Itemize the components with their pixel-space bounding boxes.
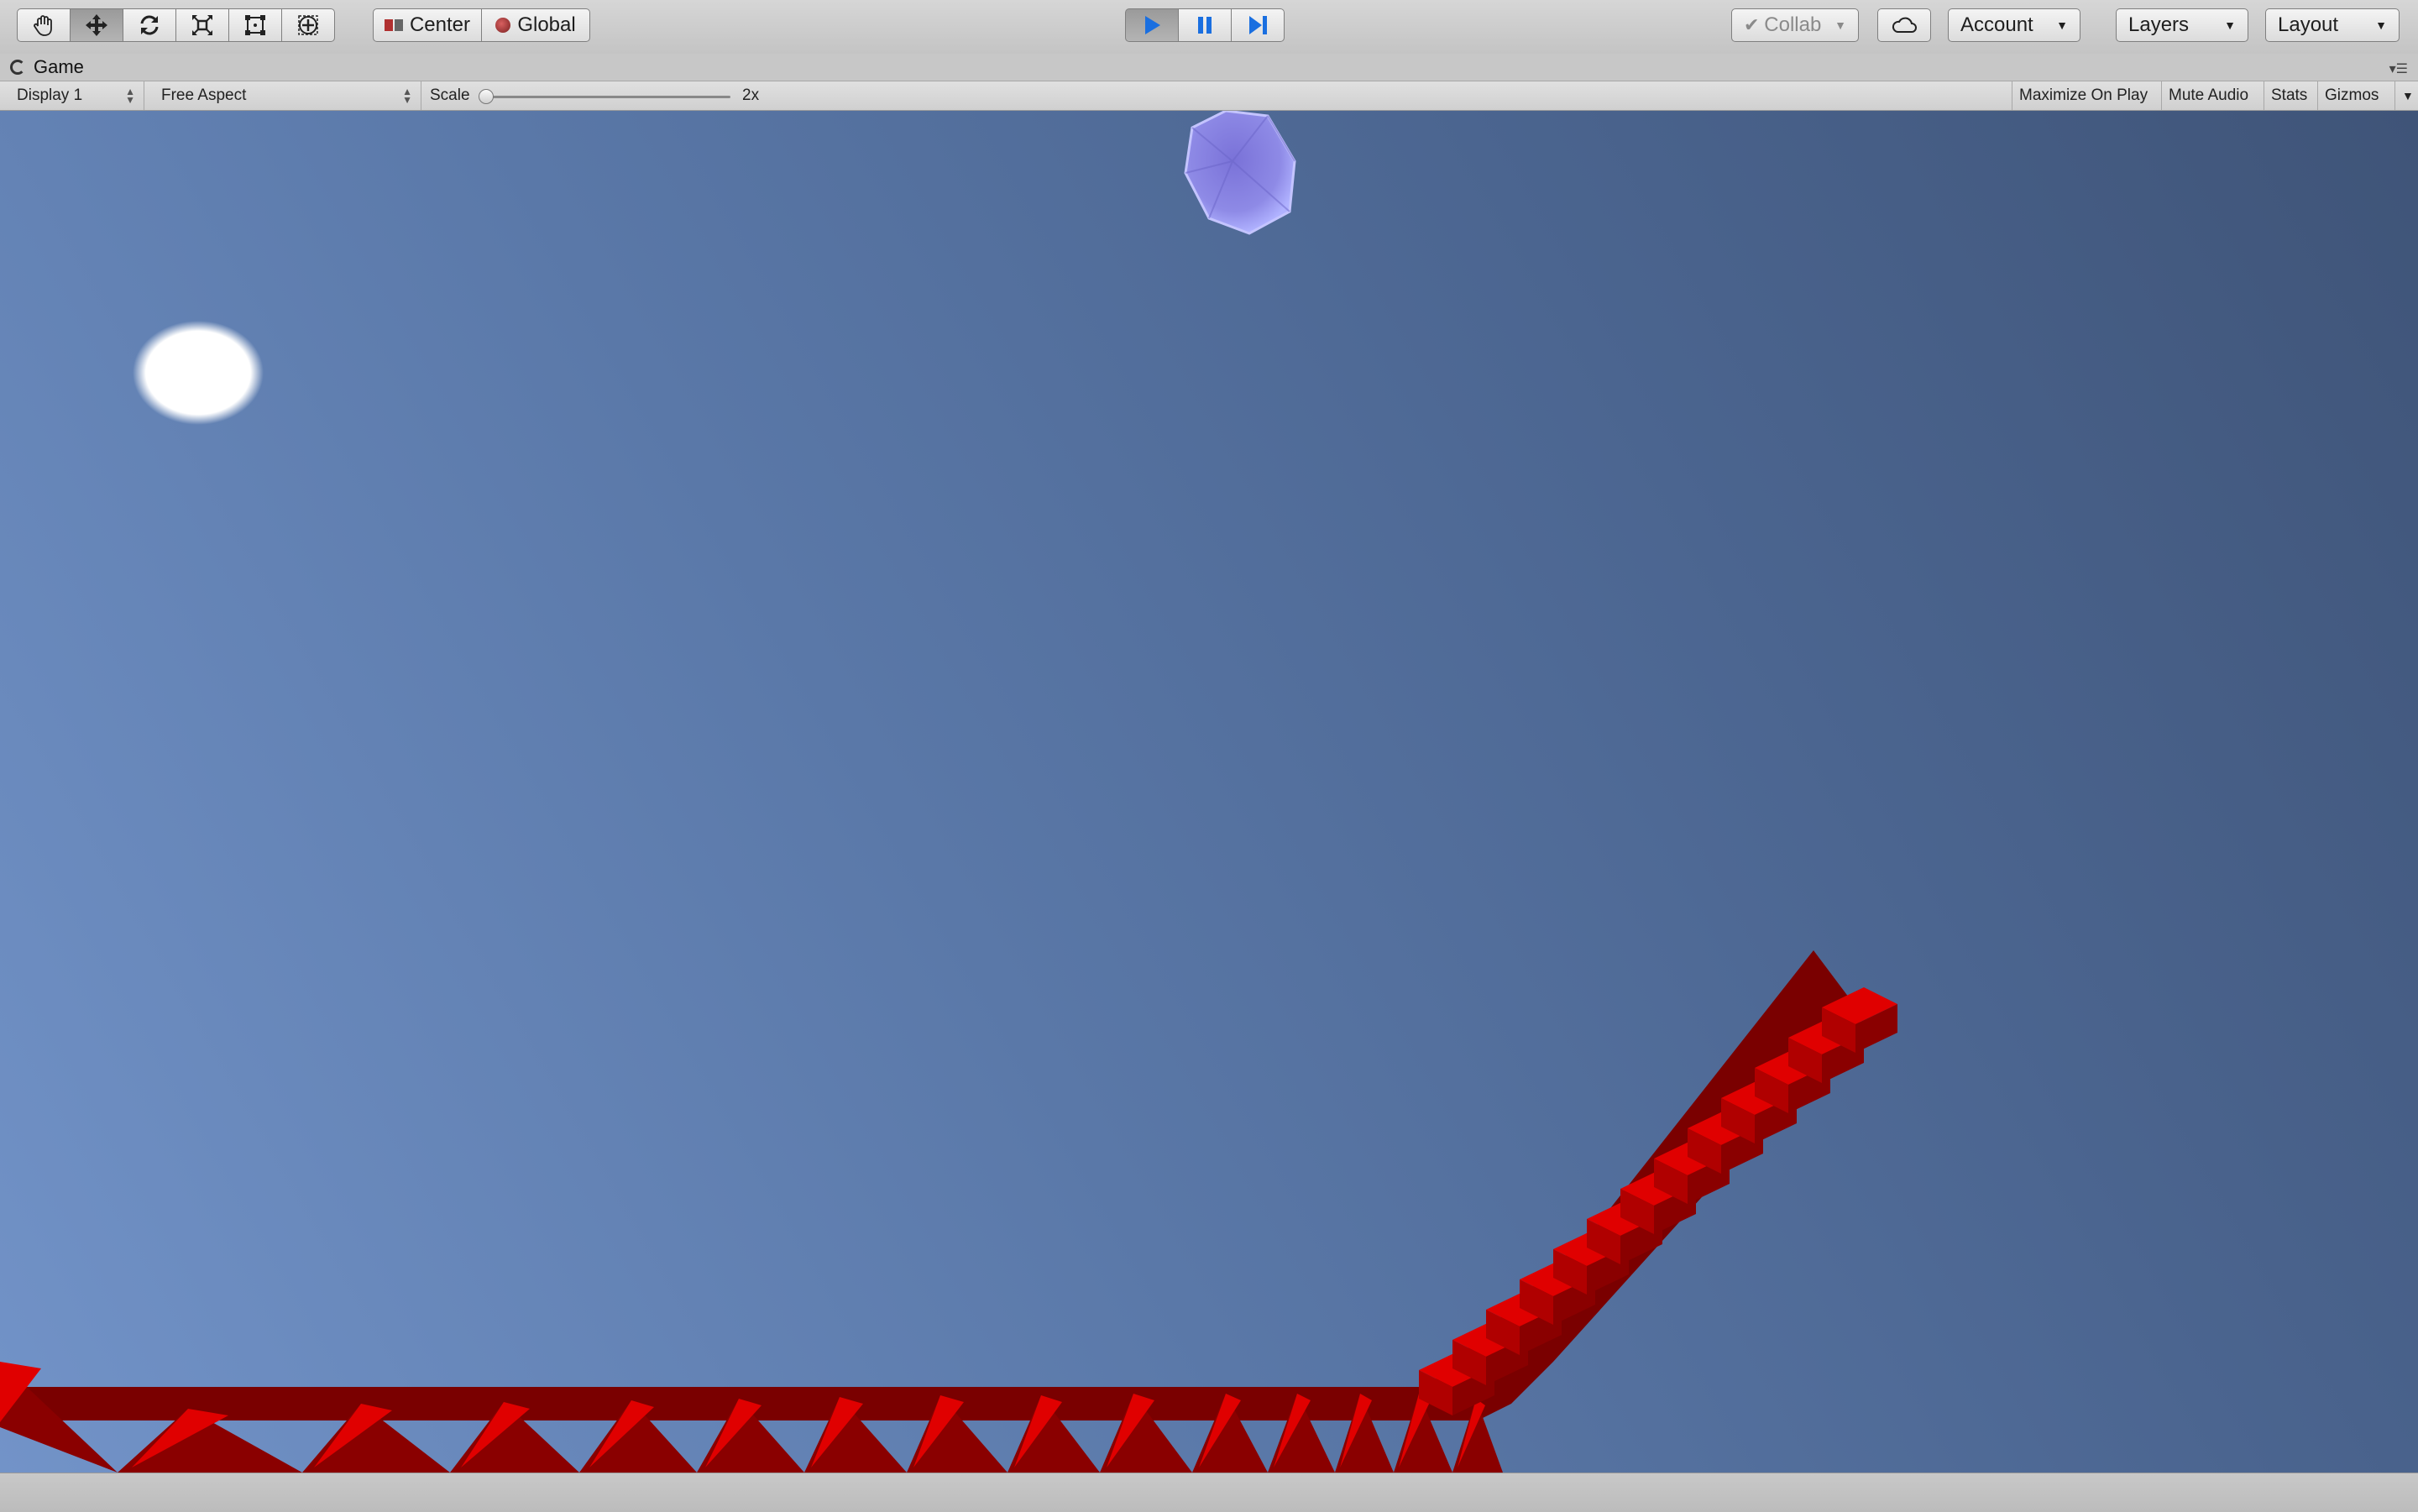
hand-icon: [31, 13, 56, 38]
move-icon: [84, 13, 109, 38]
game-viewport[interactable]: [0, 111, 2418, 1473]
scale-value: 2x: [742, 86, 760, 104]
status-bar: [0, 1473, 2418, 1512]
transform-tool-button[interactable]: [281, 8, 335, 42]
space-mode-button[interactable]: Global: [481, 8, 590, 42]
rotate-tool-button[interactable]: [123, 8, 176, 42]
game-view-controls: Display 1 ▲ ▼ Free Aspect ▲ ▼ Scale 2x Max…: [0, 81, 2418, 111]
display-select-value: Display 1: [17, 86, 83, 104]
layout-label: Layout: [2278, 13, 2339, 36]
account-label: Account: [1960, 13, 2033, 36]
space-mode-label: Global: [517, 13, 576, 36]
sun: [133, 321, 264, 425]
stats-toggle[interactable]: Stats: [2264, 81, 2314, 110]
rect-tool-icon: [243, 13, 268, 38]
red-track: [0, 950, 1897, 1473]
step-button[interactable]: [1231, 8, 1285, 42]
chevron-down-icon: ▼: [2224, 18, 2236, 32]
account-group: Account ▼: [1948, 8, 2080, 42]
layers-label: Layers: [2128, 13, 2190, 36]
pivot-mode-label: Center: [409, 13, 471, 36]
select-arrows-icon: ▲ ▼: [402, 86, 412, 106]
pause-button[interactable]: [1178, 8, 1232, 42]
transform-icon: [296, 13, 321, 38]
main-toolbar: Center Global ✔ Collab ▼ Account ▼ Layer…: [0, 0, 2418, 55]
cloud-group: [1877, 8, 1931, 42]
tab-title: Game: [34, 56, 84, 77]
game-view-icon: [10, 60, 25, 75]
display-select[interactable]: Display 1 ▲ ▼: [8, 81, 144, 110]
tab-game[interactable]: Game: [10, 54, 84, 81]
collab-group: ✔ Collab ▼: [1731, 8, 1859, 42]
scale-tool-button[interactable]: [175, 8, 229, 42]
chevron-down-icon: ▼: [1834, 18, 1846, 32]
globe-icon: [495, 18, 511, 33]
play-button[interactable]: [1125, 8, 1179, 42]
rect-tool-button[interactable]: [228, 8, 282, 42]
rotate-icon: [137, 13, 162, 38]
pivot-mode-button[interactable]: Center: [373, 8, 482, 42]
play-controls: [1125, 8, 1285, 42]
hand-tool-button[interactable]: [17, 8, 71, 42]
gizmos-toggle[interactable]: Gizmos: [2317, 81, 2394, 110]
collab-label: Collab: [1764, 13, 1822, 36]
scale-slider-thumb[interactable]: [479, 89, 494, 104]
window-tab-bar: Game ▾☰: [0, 54, 2418, 81]
move-tool-button[interactable]: [70, 8, 123, 42]
cloud-button[interactable]: [1877, 8, 1931, 42]
cloud-icon: [1891, 15, 1918, 35]
layers-dropdown[interactable]: Layers ▼: [2116, 8, 2248, 42]
ball: [1184, 111, 1296, 235]
play-icon: [1139, 13, 1165, 38]
select-arrows-icon: ▲ ▼: [125, 86, 135, 106]
gizmos-dropdown-icon[interactable]: ▼: [2394, 81, 2418, 110]
collab-dropdown[interactable]: ✔ Collab ▼: [1731, 8, 1859, 42]
scale-slider-track[interactable]: [484, 96, 730, 98]
scale-label: Scale: [430, 86, 470, 104]
aspect-select[interactable]: Free Aspect ▲ ▼: [153, 81, 421, 110]
layout-dropdown[interactable]: Layout ▼: [2265, 8, 2400, 42]
tab-menu-icon[interactable]: ▾☰: [2389, 60, 2408, 77]
aspect-select-value: Free Aspect: [161, 86, 247, 104]
pivot-space-group: Center Global: [373, 8, 590, 42]
mute-audio-toggle[interactable]: Mute Audio: [2161, 81, 2255, 110]
step-icon: [1245, 13, 1270, 38]
layout-group: Layout ▼: [2265, 8, 2400, 42]
chevron-down-icon: ▼: [2375, 18, 2387, 32]
account-dropdown[interactable]: Account ▼: [1948, 8, 2080, 42]
transform-tools: [17, 8, 335, 42]
chevron-down-icon: ▼: [2056, 18, 2068, 32]
pivot-icon: [384, 19, 403, 31]
maximize-on-play-toggle[interactable]: Maximize On Play: [2012, 81, 2154, 110]
layers-group: Layers ▼: [2116, 8, 2248, 42]
game-scene: [0, 111, 1897, 1473]
pause-icon: [1192, 13, 1217, 38]
scale-icon: [190, 13, 215, 38]
checkmark-icon: ✔: [1744, 14, 1760, 35]
